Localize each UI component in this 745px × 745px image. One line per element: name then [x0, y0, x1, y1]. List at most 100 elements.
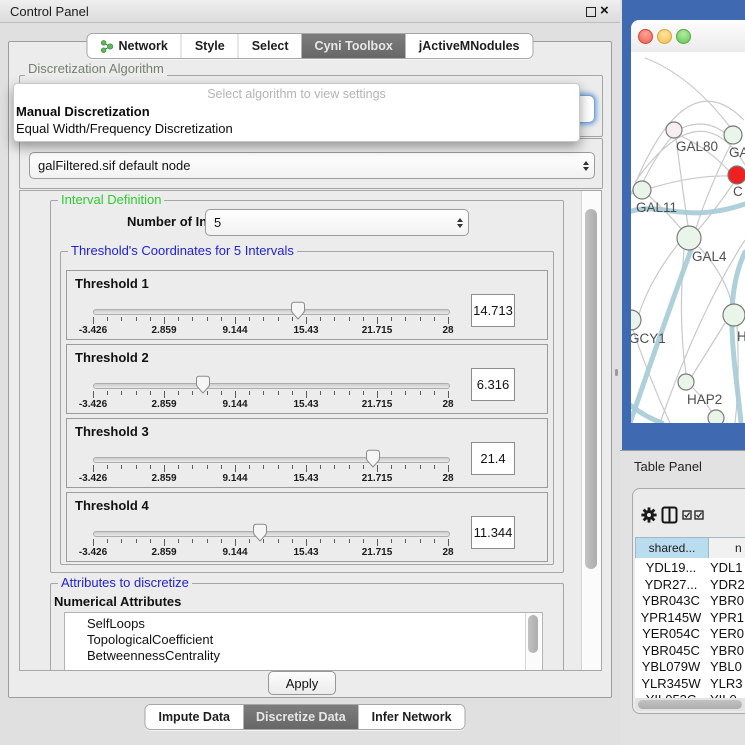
table-data-combobox[interactable]: galFiltered.sif default node — [29, 152, 595, 179]
tab-jactivemnodules[interactable]: jActiveMNodules — [406, 34, 533, 58]
close-icon[interactable]: × — [600, 1, 609, 21]
network-node-gal80[interactable] — [666, 122, 682, 138]
minimize-traffic-light[interactable] — [657, 29, 672, 44]
slider-track[interactable] — [93, 457, 450, 463]
cell-name[interactable]: YBR0 — [710, 593, 744, 608]
network-window-titlebar[interactable] — [631, 20, 745, 53]
cell-name[interactable]: YDL1 — [710, 560, 743, 575]
node-label: HAP2 — [687, 392, 722, 407]
cell-shared-name[interactable]: YDL19... — [635, 560, 707, 575]
split-columns-icon[interactable] — [661, 506, 678, 524]
tab-network[interactable]: Network — [87, 34, 180, 58]
threshold-value-field[interactable]: 14.713 — [471, 294, 515, 327]
table-row[interactable]: YDR27...YDR2 — [635, 577, 745, 594]
slider-thumb[interactable] — [195, 375, 211, 394]
cell-shared-name[interactable]: YBR043C — [635, 593, 707, 608]
cell-name[interactable]: YLR3 — [710, 676, 743, 691]
cell-shared-name[interactable]: YDR27... — [635, 577, 707, 592]
combobox-stepper-icon[interactable] — [578, 161, 594, 171]
tab-impute-data[interactable]: Impute Data — [145, 705, 243, 729]
list-item[interactable]: BetweennessCentrality — [87, 648, 220, 664]
slider-track[interactable] — [93, 309, 450, 315]
tick-label: 15.43 — [293, 547, 318, 558]
network-node-hap2[interactable] — [678, 374, 694, 390]
tab-select[interactable]: Select — [238, 34, 302, 58]
network-node-c[interactable] — [728, 166, 745, 184]
cell-shared-name[interactable]: YBL079W — [635, 659, 707, 674]
tab-label: Discretize Data — [256, 710, 346, 724]
slider-thumb[interactable] — [290, 301, 306, 320]
settings-scrollpane: Interval Definition Number of Intervals … — [19, 190, 602, 671]
float-window-icon[interactable] — [586, 7, 596, 17]
cell-name[interactable]: YER0 — [710, 626, 744, 641]
split-pane-grip[interactable] — [615, 369, 618, 376]
cell-name[interactable]: YBR0 — [710, 643, 744, 658]
cell-shared-name[interactable]: YPR145W — [635, 610, 707, 625]
numerical-attributes-list[interactable]: SelfLoopsTopologicalCoefficientBetweenne… — [64, 612, 543, 671]
table-row[interactable]: YER054CYER0 — [635, 626, 745, 643]
combobox-stepper-icon[interactable] — [452, 218, 468, 228]
tick-label: 15.43 — [293, 325, 318, 336]
interval-definition-title: Interval Definition — [58, 193, 164, 207]
tick-label: 28 — [442, 399, 453, 410]
algorithm-option-equal-width[interactable]: Equal Width/Frequency Discretization — [16, 121, 233, 136]
threshold-value-field[interactable]: 21.4 — [471, 442, 515, 475]
network-canvas[interactable]: GAL80GALCGAL11GAL4GCY1HHAP2 — [631, 52, 745, 423]
network-node-gal[interactable] — [724, 126, 742, 144]
attributes-list-scrollbar-thumb[interactable] — [528, 615, 538, 653]
threshold-value-field[interactable]: 6.316 — [471, 368, 515, 401]
slider-thumb[interactable] — [365, 449, 381, 468]
vertical-scrollbar[interactable] — [581, 191, 602, 670]
algorithm-dropdown-popup: Select algorithm to view settings Manual… — [13, 83, 580, 142]
table-row[interactable]: YBR043CYBR0 — [635, 593, 745, 610]
node-label: GAL — [729, 145, 745, 160]
network-node-gal11[interactable] — [633, 181, 651, 199]
tab-cyni-toolbox[interactable]: Cyni Toolbox — [302, 34, 406, 58]
horizontal-scrollbar[interactable] — [635, 698, 745, 711]
tick-label: -3.426 — [79, 399, 107, 410]
network-node-gal4[interactable] — [677, 226, 701, 250]
slider-track[interactable] — [93, 383, 450, 389]
list-item[interactable]: SelfLoops — [87, 616, 145, 632]
cell-shared-name[interactable]: YER054C — [635, 626, 707, 641]
threshold-panel: Threshold 2-3.4262.8599.14415.4321.71528… — [66, 344, 548, 414]
node-table-container: shared... n YDL19...YDL1YDR27...YDR2YBR0… — [632, 488, 745, 714]
table-header-shared-name[interactable]: shared... — [635, 537, 709, 559]
table-row[interactable]: YDL19...YDL1 — [635, 560, 745, 577]
table-row[interactable]: YLR345WYLR3 — [635, 676, 745, 693]
network-node[interactable] — [708, 410, 724, 423]
zoom-traffic-light[interactable] — [676, 29, 691, 44]
table-row[interactable]: YBR045CYBR0 — [635, 643, 745, 660]
algorithm-popup-prompt: Select algorithm to view settings — [14, 87, 579, 101]
list-item[interactable]: TopologicalCoefficient — [87, 632, 213, 648]
vertical-scrollbar-thumb[interactable] — [585, 209, 597, 569]
horizontal-scrollbar-thumb[interactable] — [638, 700, 742, 709]
tick-label: 9.144 — [222, 547, 247, 558]
threshold-value-field[interactable]: 11.344 — [471, 516, 515, 549]
attributes-list-scrollbar[interactable] — [525, 613, 541, 670]
tab-infer-network[interactable]: Infer Network — [359, 705, 465, 729]
apply-button[interactable]: Apply — [268, 671, 336, 695]
cell-name[interactable]: YPR1 — [710, 610, 744, 625]
slider-thumb[interactable] — [252, 523, 268, 542]
gear-icon[interactable] — [641, 507, 657, 523]
tick-label: 15.43 — [293, 399, 318, 410]
number-of-intervals-combobox[interactable]: 5 — [205, 209, 469, 236]
checkbox-icon[interactable] — [682, 510, 692, 520]
cell-name[interactable]: YBL0 — [710, 659, 742, 674]
close-traffic-light[interactable] — [638, 29, 653, 44]
checkbox-icon[interactable] — [694, 510, 704, 520]
table-row[interactable]: YPR145WYPR1 — [635, 610, 745, 627]
cell-shared-name[interactable]: YBR045C — [635, 643, 707, 658]
table-row[interactable]: YBL079WYBL0 — [635, 659, 745, 676]
cell-shared-name[interactable]: YLR345W — [635, 676, 707, 691]
algorithm-option-manual[interactable]: Manual Discretization — [16, 104, 150, 119]
tick-label: -3.426 — [79, 547, 107, 558]
tab-discretize-data[interactable]: Discretize Data — [243, 705, 359, 729]
tab-style[interactable]: Style — [181, 34, 238, 58]
slider-track[interactable] — [93, 531, 450, 537]
cell-name[interactable]: YDR2 — [710, 577, 745, 592]
table-header-name[interactable]: n — [708, 537, 745, 559]
number-of-intervals-value: 5 — [206, 215, 452, 230]
network-node-h[interactable] — [723, 304, 745, 326]
